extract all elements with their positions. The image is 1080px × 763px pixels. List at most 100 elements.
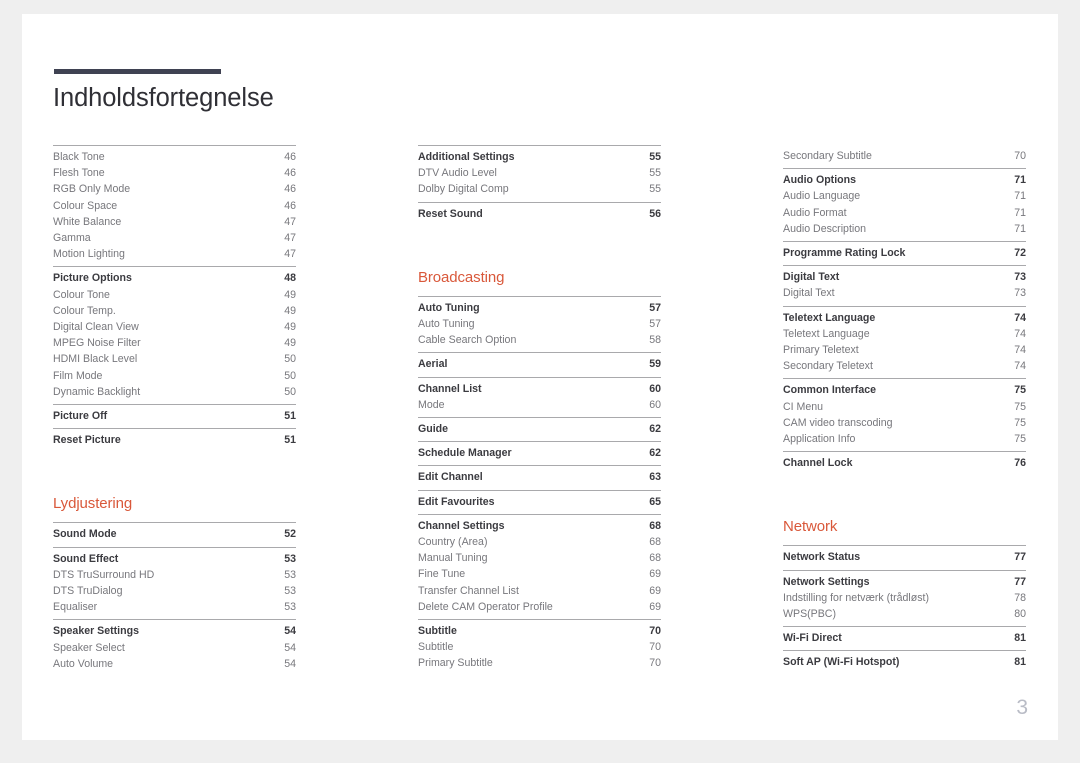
- toc-entry-sub[interactable]: Subtitle 70: [418, 639, 661, 655]
- toc-entry-sub[interactable]: Colour Tone 49: [53, 287, 296, 303]
- toc-entry-page: 59: [649, 358, 661, 371]
- toc-entry-section[interactable]: Schedule Manager 62: [418, 445, 661, 461]
- toc-entry-section[interactable]: Auto Tuning 57: [418, 300, 661, 316]
- toc-entry-section[interactable]: Common Interface 75: [783, 382, 1026, 398]
- toc-entry-page: 65: [649, 495, 661, 508]
- title-rule: [54, 69, 221, 74]
- toc-entry-section[interactable]: Picture Off 51: [53, 408, 296, 424]
- toc-entry-section[interactable]: Audio Options 71: [783, 172, 1026, 188]
- toc-entry-section[interactable]: Edit Channel 63: [418, 469, 661, 485]
- toc-entry-section[interactable]: Additional Settings 55: [418, 149, 661, 165]
- toc-entry-section[interactable]: Channel Settings 68: [418, 518, 661, 534]
- page-number: 3: [1016, 696, 1028, 719]
- toc-entry-label: RGB Only Mode: [53, 183, 131, 196]
- toc-entry-section[interactable]: Edit Favourites 65: [418, 494, 661, 510]
- toc-entry-sub[interactable]: Secondary Subtitle 70: [783, 148, 1026, 164]
- toc-entry-sub[interactable]: Dolby Digital Comp 55: [418, 181, 661, 197]
- toc-entry-page: 73: [1014, 287, 1026, 300]
- toc-entry-sub[interactable]: Gamma 47: [53, 230, 296, 246]
- toc-entry-section[interactable]: Network Settings 77: [783, 574, 1026, 590]
- toc-entry-section[interactable]: Picture Options 48: [53, 270, 296, 286]
- toc-entry-sub[interactable]: Colour Space 46: [53, 198, 296, 214]
- toc-entry-sub[interactable]: Transfer Channel List 69: [418, 583, 661, 599]
- toc-entry-section[interactable]: Speaker Settings 54: [53, 623, 296, 639]
- toc-entry-sub[interactable]: RGB Only Mode 46: [53, 181, 296, 197]
- toc-entry-sub[interactable]: CAM video transcoding 75: [783, 415, 1026, 431]
- toc-entry-sub[interactable]: DTS TruDialog 53: [53, 583, 296, 599]
- toc-entry-sub[interactable]: Colour Temp. 49: [53, 303, 296, 319]
- toc-entry-sub[interactable]: DTS TruSurround HD 53: [53, 567, 296, 583]
- toc-entry-sub[interactable]: Auto Volume 54: [53, 656, 296, 672]
- toc-entry-sub[interactable]: Audio Language 71: [783, 188, 1026, 204]
- toc-entry-sub[interactable]: Mode 60: [418, 397, 661, 413]
- toc-entry-page: 54: [284, 641, 296, 654]
- toc-entry-sub[interactable]: Digital Text 73: [783, 285, 1026, 301]
- toc-entry-sub[interactable]: Speaker Select 54: [53, 640, 296, 656]
- toc-entry-section[interactable]: Wi-Fi Direct 81: [783, 630, 1026, 646]
- toc-group: Additional Settings 55 DTV Audio Level 55 Do…: [418, 145, 661, 202]
- toc-entry-sub[interactable]: CI Menu 75: [783, 399, 1026, 415]
- toc-entry-section[interactable]: Reset Picture 51: [53, 432, 296, 448]
- toc-entry-sub[interactable]: Digital Clean View 49: [53, 319, 296, 335]
- toc-entry-sub[interactable]: Motion Lighting 47: [53, 246, 296, 262]
- toc-entry-sub[interactable]: Equaliser 53: [53, 599, 296, 615]
- toc-entry-sub[interactable]: Black Tone 46: [53, 149, 296, 165]
- toc-entry-section[interactable]: Subtitle 70: [418, 623, 661, 639]
- toc-entry-sub[interactable]: Audio Description 71: [783, 221, 1026, 237]
- toc-entry-label: HDMI Black Level: [53, 353, 138, 366]
- toc-entry-label: Aerial: [418, 358, 448, 371]
- toc-entry-section[interactable]: Sound Mode 52: [53, 526, 296, 542]
- toc-entry-sub[interactable]: White Balance 47: [53, 214, 296, 230]
- toc-entry-sub[interactable]: Country (Area) 68: [418, 534, 661, 550]
- toc-entry-page: 81: [1014, 656, 1026, 669]
- toc-entry-sub[interactable]: Film Mode 50: [53, 368, 296, 384]
- toc-entry-section[interactable]: Sound Effect 53: [53, 551, 296, 567]
- toc-entry-page: 50: [284, 353, 296, 366]
- page-title: Indholdsfortegnelse: [53, 84, 274, 112]
- toc-entry-sub[interactable]: Delete CAM Operator Profile 69: [418, 599, 661, 615]
- toc-entry-sub[interactable]: WPS(PBC) 80: [783, 606, 1026, 622]
- toc-entry-section[interactable]: Soft AP (Wi-Fi Hotspot) 81: [783, 654, 1026, 670]
- toc-entry-sub[interactable]: Secondary Teletext 74: [783, 358, 1026, 374]
- toc-group: Wi-Fi Direct 81: [783, 626, 1026, 650]
- toc-entry-label: Auto Volume: [53, 657, 114, 670]
- toc-entry-sub[interactable]: Application Info 75: [783, 431, 1026, 447]
- toc-entry-label: Picture Off: [53, 410, 108, 423]
- toc-entry-sub[interactable]: Audio Format 71: [783, 205, 1026, 221]
- toc-entry-sub[interactable]: Fine Tune 69: [418, 566, 661, 582]
- toc-entry-label: DTS TruDialog: [53, 585, 123, 598]
- toc-entry-sub[interactable]: MPEG Noise Filter 49: [53, 335, 296, 351]
- toc-entry-section[interactable]: Reset Sound 56: [418, 206, 661, 222]
- toc-entry-section[interactable]: Channel Lock 76: [783, 455, 1026, 471]
- toc-entry-sub[interactable]: Primary Teletext 74: [783, 342, 1026, 358]
- toc-entry-section[interactable]: Digital Text 73: [783, 269, 1026, 285]
- toc-entry-section[interactable]: Network Status 77: [783, 549, 1026, 565]
- toc-entry-section[interactable]: Guide 62: [418, 421, 661, 437]
- toc-entry-sub[interactable]: Indstilling for netværk (trådløst) 78: [783, 590, 1026, 606]
- toc-entry-page: 81: [1014, 632, 1026, 645]
- toc-entry-label: Manual Tuning: [418, 552, 488, 565]
- toc-entry-label: Motion Lighting: [53, 248, 125, 261]
- toc-entry-section[interactable]: Aerial 59: [418, 356, 661, 372]
- toc-entry-sub[interactable]: Teletext Language 74: [783, 326, 1026, 342]
- toc-entry-page: 74: [1014, 327, 1026, 340]
- toc-entry-label: Speaker Settings: [53, 625, 139, 638]
- toc-entry-sub[interactable]: Dynamic Backlight 50: [53, 384, 296, 400]
- toc-entry-sub[interactable]: HDMI Black Level 50: [53, 351, 296, 367]
- toc-entry-section[interactable]: Channel List 60: [418, 381, 661, 397]
- toc-entry-label: Primary Teletext: [783, 344, 859, 357]
- toc-entry-sub[interactable]: DTV Audio Level 55: [418, 165, 661, 181]
- toc-entry-sub[interactable]: Cable Search Option 58: [418, 332, 661, 348]
- toc-entry-page: 63: [649, 471, 661, 484]
- toc-entry-sub[interactable]: Primary Subtitle 70: [418, 655, 661, 671]
- toc-entry-page: 53: [284, 601, 296, 614]
- toc-entry-page: 70: [1014, 150, 1026, 162]
- toc-entry-label: Audio Options: [783, 174, 856, 187]
- toc-entry-page: 53: [284, 568, 296, 581]
- toc-entry-sub[interactable]: Auto Tuning 57: [418, 316, 661, 332]
- toc-entry-section[interactable]: Programme Rating Lock 72: [783, 245, 1026, 261]
- toc-entry-label: Channel Settings: [418, 519, 505, 532]
- toc-entry-sub[interactable]: Flesh Tone 46: [53, 165, 296, 181]
- toc-entry-sub[interactable]: Manual Tuning 68: [418, 550, 661, 566]
- toc-entry-section[interactable]: Teletext Language 74: [783, 310, 1026, 326]
